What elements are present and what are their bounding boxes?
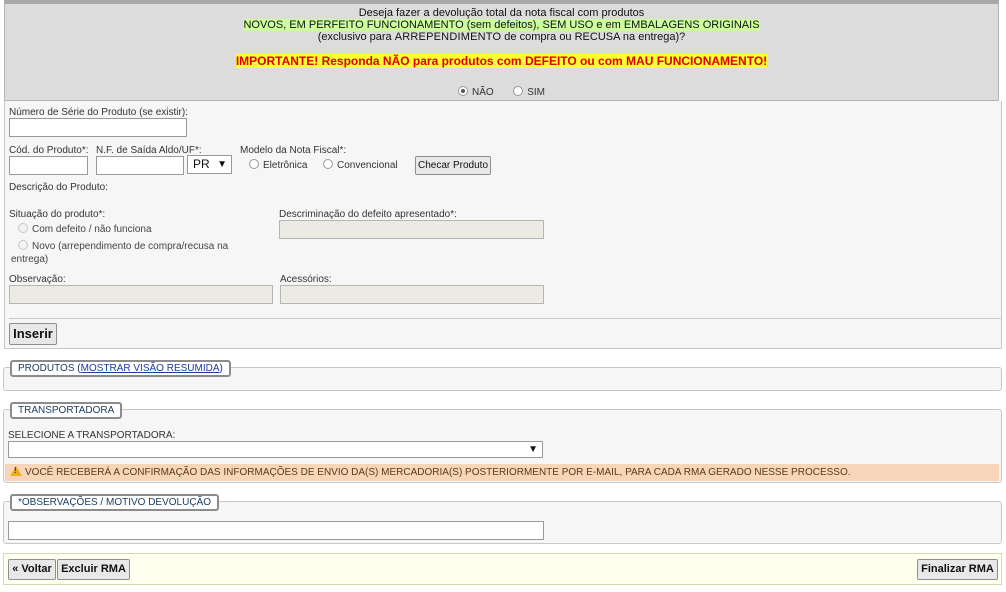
radio-electronic[interactable]: [249, 159, 259, 169]
products-legend: PRODUTOS (MOSTRAR VISÃO RESUMIDA): [10, 360, 231, 377]
uf-select[interactable]: PR ▼: [187, 155, 232, 174]
chevron-down-icon: ▼: [217, 159, 227, 170]
observation-input[interactable]: [9, 285, 273, 304]
insert-button[interactable]: Inserir: [9, 323, 57, 345]
observations-legend: *OBSERVAÇÕES / MOTIVO DEVOLUÇÃO: [10, 494, 220, 511]
model-option-electronic[interactable]: Eletrônica: [249, 159, 307, 171]
important-warning: IMPORTANTE! Responda NÃO para produtos c…: [235, 54, 768, 68]
delete-rma-button[interactable]: Excluir RMA: [57, 559, 130, 580]
finish-rma-button[interactable]: Finalizar RMA: [917, 559, 998, 580]
accessories-label: Acessórios:: [280, 274, 332, 285]
question-line-3: (exclusivo para ARREPENDIMENTO de compra…: [317, 31, 686, 43]
radio-no-circle[interactable]: [457, 86, 468, 96]
situation-option-defect[interactable]: Com defeito / não funciona: [18, 223, 152, 235]
observation-label: Observação:: [9, 274, 66, 285]
defect-label: Descriminação do defeito apresentado*:: [279, 209, 457, 220]
carrier-select[interactable]: ▼: [8, 441, 543, 458]
return-question-panel: Deseja fazer a devolução total da nota f…: [4, 0, 999, 101]
radio-yes[interactable]: SIM: [513, 86, 545, 98]
radio-conventional[interactable]: [323, 159, 333, 169]
nf-label: N.F. de Saída Aldo/UF*:: [96, 145, 202, 156]
form-divider: [9, 318, 1001, 319]
product-form: Número de Série do Produto (se existir):…: [4, 101, 1002, 349]
radio-yes-circle[interactable]: [513, 86, 524, 96]
situation-option-new[interactable]: Novo (arrependimento de compra/recusa na: [18, 240, 228, 252]
radio-defect[interactable]: [18, 223, 28, 233]
question-line-2: NOVOS, EM PERFEITO FUNCIONAMENTO (sem de…: [243, 19, 760, 31]
accessories-input[interactable]: [280, 285, 544, 304]
code-label: Cód. do Produto*:: [9, 145, 89, 156]
carrier-legend: TRANSPORTADORA: [10, 402, 123, 419]
chevron-down-icon: ▼: [528, 444, 538, 455]
check-product-button[interactable]: Checar Produto: [415, 156, 491, 175]
serial-label: Número de Série do Produto (se existir):: [9, 107, 188, 118]
radio-no[interactable]: NÃO: [457, 86, 494, 98]
defect-input[interactable]: [279, 220, 544, 239]
email-confirmation-warning: VOCÊ RECEBERÁ A CONFIRMAÇÃO DAS INFORMAÇ…: [5, 464, 999, 481]
model-option-conventional[interactable]: Convencional: [323, 159, 398, 171]
back-button[interactable]: « Voltar: [8, 559, 56, 580]
code-input[interactable]: [9, 156, 88, 175]
observations-input[interactable]: [8, 521, 544, 540]
question-line-1: Deseja fazer a devolução total da nota f…: [358, 7, 645, 19]
description-label: Descrição do Produto:: [9, 182, 108, 193]
summary-view-link[interactable]: MOSTRAR VISÃO RESUMIDA: [81, 363, 220, 374]
situation-option-new-cont: entrega): [11, 254, 49, 265]
carrier-select-label: SELECIONE A TRANSPORTADORA:: [8, 430, 176, 441]
radio-new[interactable]: [18, 240, 28, 250]
action-bar: « Voltar Excluir RMA Finalizar RMA: [3, 553, 1002, 585]
model-label: Modelo da Nota Fiscal*:: [240, 145, 347, 156]
nf-input[interactable]: [96, 156, 184, 175]
situation-label: Situação do produto*:: [9, 209, 106, 220]
serial-input[interactable]: [9, 118, 187, 137]
return-answer-radios: NÃO SIM: [5, 86, 998, 98]
warning-icon: [10, 466, 22, 476]
